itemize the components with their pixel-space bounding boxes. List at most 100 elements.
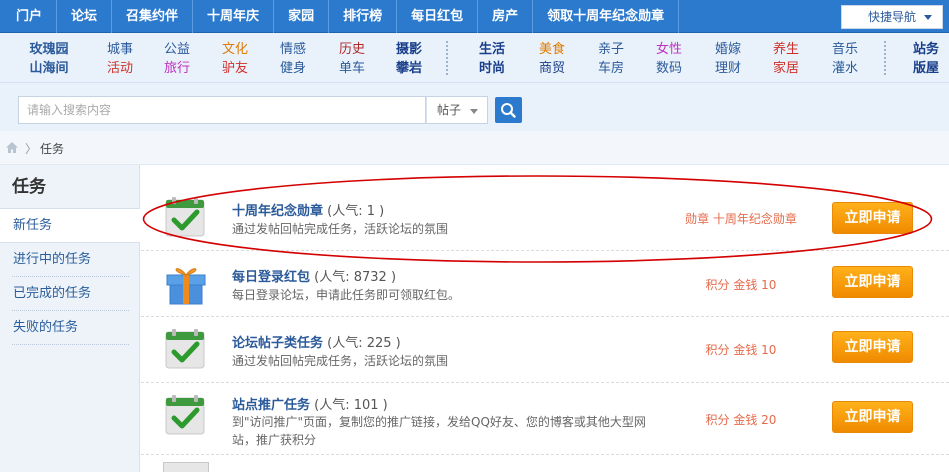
- chevron-down-icon: [924, 15, 932, 20]
- category-link[interactable]: 婚嫁: [708, 40, 748, 59]
- task-title: 站点推广任务 (人气: 101 ): [232, 394, 388, 413]
- category-link[interactable]: 攀岩: [389, 59, 429, 78]
- category-group-11: 女性 数码: [649, 40, 689, 78]
- sidebar: 任务 新任务 进行中的任务 已完成的任务 失败的任务: [0, 165, 140, 472]
- nav-daily-redpacket[interactable]: 每日红包: [397, 0, 479, 33]
- nav-ranking[interactable]: 排行榜: [329, 0, 398, 33]
- category-link[interactable]: 时尚: [472, 59, 512, 78]
- task-description: 通过发帖回帖完成任务，活跃论坛的氛围: [232, 354, 449, 368]
- task-description: 通过发帖回帖完成任务，活跃论坛的氛围: [232, 222, 449, 236]
- checkmark-icon: [165, 395, 205, 435]
- category-link[interactable]: 女性: [649, 40, 689, 59]
- divider: [446, 41, 448, 75]
- category-link[interactable]: 情感: [273, 40, 313, 59]
- category-group-2: 城事 活动: [100, 40, 140, 78]
- task-title: 每日登录红包 (人气: 8732 ): [232, 266, 396, 285]
- category-link[interactable]: 文化: [215, 40, 255, 59]
- task-icon-partial: [163, 462, 209, 472]
- apply-button[interactable]: 立即申请: [832, 331, 913, 363]
- category-link[interactable]: 山海间: [27, 59, 71, 78]
- category-link[interactable]: 驴友: [215, 59, 255, 78]
- category-link[interactable]: 灌水: [825, 59, 865, 78]
- breadcrumb-separator: 〉: [25, 142, 38, 156]
- apply-button[interactable]: 立即申请: [832, 202, 913, 234]
- task-popularity: (人气: 1 ): [327, 204, 385, 219]
- category-link[interactable]: 生活: [472, 40, 512, 59]
- category-link[interactable]: 旅行: [157, 59, 197, 78]
- category-link[interactable]: 健身: [273, 59, 313, 78]
- category-link[interactable]: 摄影: [389, 40, 429, 59]
- nav-home[interactable]: 家园: [274, 0, 330, 33]
- checkmark-icon: [165, 197, 205, 237]
- sidebar-item-new-tasks[interactable]: 新任务: [0, 209, 140, 243]
- gift-icon: [166, 268, 206, 305]
- category-link[interactable]: 商贸: [532, 59, 572, 78]
- sidebar-item-label: 已完成的任务: [13, 286, 92, 301]
- nav-realestate[interactable]: 房产: [478, 0, 534, 33]
- apply-button[interactable]: 立即申请: [832, 266, 913, 298]
- sidebar-item-completed[interactable]: 已完成的任务: [0, 277, 139, 311]
- category-group-15: 站务 版屋: [906, 40, 946, 78]
- task-description: 到"访问推广"页面，复制您的推广链接，发给QQ好友、您的博客或其他大型网站，推广…: [232, 415, 646, 447]
- category-group-3: 公益 旅行: [157, 40, 197, 78]
- task-reward: 积分 金钱 10: [705, 278, 777, 292]
- quick-nav-dropdown[interactable]: 快捷导航: [841, 5, 943, 29]
- category-link[interactable]: 版屋: [906, 59, 946, 78]
- category-link[interactable]: 公益: [157, 40, 197, 59]
- category-link[interactable]: 音乐: [825, 40, 865, 59]
- task-name-link[interactable]: 每日登录红包: [232, 270, 310, 285]
- task-title: 论坛帖子类任务 (人气: 225 ): [232, 332, 401, 351]
- category-link[interactable]: 玫瑰园: [27, 40, 71, 59]
- category-link[interactable]: 理财: [708, 59, 748, 78]
- breadcrumb-current[interactable]: 任务: [40, 140, 64, 157]
- category-link[interactable]: 活动: [100, 59, 140, 78]
- checkmark-icon: [165, 329, 205, 369]
- search-type-select[interactable]: 帖子: [426, 96, 488, 124]
- task-reward: 积分 金钱 10: [705, 343, 777, 357]
- search-button[interactable]: [495, 97, 522, 123]
- category-link[interactable]: 亲子: [591, 40, 631, 59]
- category-link[interactable]: 美食: [532, 40, 572, 59]
- task-popularity: (人气: 225 ): [327, 336, 401, 351]
- category-link[interactable]: 城事: [100, 40, 140, 59]
- apply-button[interactable]: 立即申请: [832, 401, 913, 433]
- sidebar-item-label: 失败的任务: [13, 320, 79, 335]
- category-link[interactable]: 车房: [591, 59, 631, 78]
- nav-claim-medal[interactable]: 领取十周年纪念勋章: [533, 0, 680, 33]
- chevron-down-icon: [470, 109, 478, 114]
- nav-meetup[interactable]: 召集约伴: [112, 0, 194, 33]
- category-group-13: 养生 家居: [766, 40, 806, 78]
- category-link[interactable]: 站务: [906, 40, 946, 59]
- category-group-12: 婚嫁 理财: [708, 40, 748, 78]
- task-reward: 勋章 十周年纪念勋章: [685, 212, 797, 226]
- category-group-14: 音乐 灌水: [825, 40, 865, 78]
- sidebar-item-failed[interactable]: 失败的任务: [0, 311, 139, 345]
- category-link[interactable]: 单车: [332, 59, 372, 78]
- nav-portal[interactable]: 门户: [0, 0, 58, 33]
- category-link[interactable]: 养生: [766, 40, 806, 59]
- task-popularity: (人气: 101 ): [314, 398, 388, 413]
- nav-forum[interactable]: 论坛: [57, 0, 113, 33]
- category-group-8: 生活 时尚: [472, 40, 512, 78]
- sidebar-item-in-progress[interactable]: 进行中的任务: [0, 243, 139, 277]
- task-row: 每日登录红包 (人气: 8732 ) 每日登录论坛，申请此任务即可领取红包。 积…: [141, 251, 949, 317]
- task-description: 每日登录论坛，申请此任务即可领取红包。: [232, 288, 461, 302]
- nav-anniversary[interactable]: 十周年庆: [193, 0, 275, 33]
- task-name-link[interactable]: 十周年纪念勋章: [232, 204, 323, 219]
- category-link[interactable]: 历史: [332, 40, 372, 59]
- sidebar-item-label: 新任务: [13, 218, 53, 233]
- sidebar-title: 任务: [0, 165, 139, 209]
- category-group-10: 亲子 车房: [591, 40, 631, 78]
- breadcrumb: 〉 任务: [0, 131, 949, 165]
- category-group-5: 情感 健身: [273, 40, 313, 78]
- category-link[interactable]: 家居: [766, 59, 806, 78]
- task-reward: 积分 金钱 20: [705, 413, 777, 427]
- task-name-link[interactable]: 站点推广任务: [232, 398, 310, 413]
- search-bar: 请输入搜索内容 帖子: [0, 83, 949, 131]
- category-link[interactable]: 数码: [649, 59, 689, 78]
- category-group-6: 历史 单车: [332, 40, 372, 78]
- search-input[interactable]: 请输入搜索内容: [18, 96, 426, 124]
- task-name-link[interactable]: 论坛帖子类任务: [232, 336, 323, 351]
- task-row: 论坛帖子类任务 (人气: 225 ) 通过发帖回帖完成任务，活跃论坛的氛围 积分…: [141, 317, 949, 383]
- home-icon[interactable]: [5, 141, 19, 154]
